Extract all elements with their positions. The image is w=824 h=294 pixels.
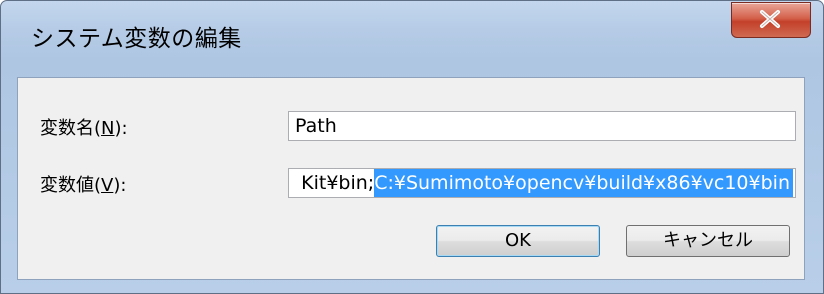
ok-button[interactable]: OK xyxy=(436,225,600,257)
variable-value-input[interactable]: Kit¥bin; C:¥Sumimoto¥opencv¥build¥x86¥vc1… xyxy=(288,168,796,198)
window-title: システム変数の編集 xyxy=(31,26,242,52)
dialog-content: 変数名(N): Path 変数値(V): Kit¥bin; C:¥Sumimoto… xyxy=(17,77,805,280)
cancel-button[interactable]: キャンセル xyxy=(626,225,790,257)
dialog-window: システム変数の編集 変数名(N): Path 変数値(V): Kit¥bin; C… xyxy=(0,0,824,294)
variable-name-label: 変数名(N): xyxy=(40,118,128,139)
close-icon xyxy=(760,10,780,28)
title-bar[interactable]: システム変数の編集 xyxy=(1,1,823,77)
value-selected-text: C:¥Sumimoto¥opencv¥build¥x86¥vc10¥bin xyxy=(374,169,793,197)
value-unselected-text: Kit¥bin; xyxy=(301,172,375,194)
variable-name-input[interactable]: Path xyxy=(288,111,796,141)
variable-name-value: Path xyxy=(295,115,337,137)
close-button[interactable] xyxy=(731,2,811,38)
variable-value-label: 変数値(V): xyxy=(40,175,127,196)
variable-value-text: Kit¥bin; C:¥Sumimoto¥opencv¥build¥x86¥vc1… xyxy=(301,169,793,197)
